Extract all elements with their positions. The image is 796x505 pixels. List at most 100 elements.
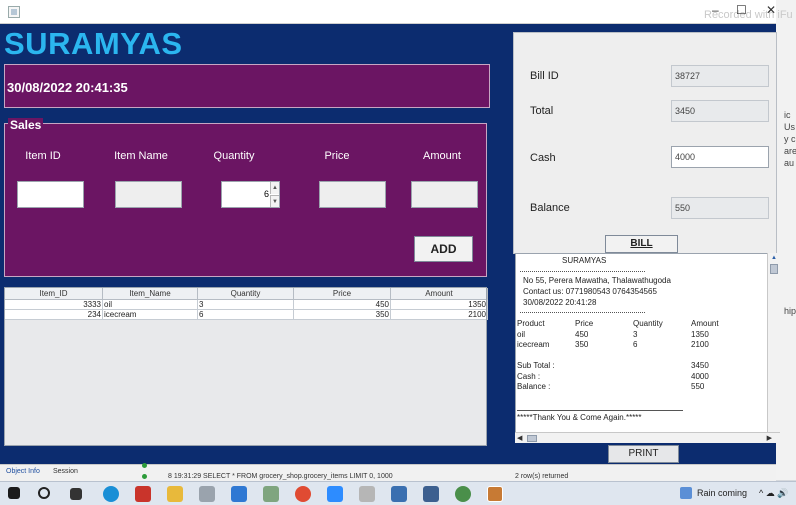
total-field: 3450 xyxy=(671,100,769,122)
cash-input[interactable]: 4000 xyxy=(671,146,769,168)
recorder-icon[interactable] xyxy=(135,486,151,502)
current-datetime: 30/08/2022 20:41:35 xyxy=(7,80,128,95)
bill-panel: Bill ID 38727 Total 3450 Cash 4000 Balan… xyxy=(513,32,777,254)
close-button[interactable]: ✕ xyxy=(766,3,776,17)
receipt-horizontal-scrollbar[interactable]: ◀ ▶ xyxy=(515,432,780,443)
total-label: Total xyxy=(530,105,554,117)
tab-session[interactable]: Session xyxy=(53,468,78,475)
windows-start-icon[interactable] xyxy=(8,487,20,499)
table-row[interactable]: 234 icecream 6 350 2100 xyxy=(5,310,488,320)
bill-button[interactable]: BILL xyxy=(605,235,678,253)
edge-icon[interactable] xyxy=(103,486,119,502)
receipt-header: Quantity xyxy=(633,319,663,328)
virtualbox-icon[interactable] xyxy=(391,486,407,502)
receipt-item: 450 xyxy=(575,330,589,339)
item-id-field[interactable] xyxy=(17,181,84,208)
table-header: Item_ID Item_Name Quantity Price Amount xyxy=(5,288,488,300)
side-text: Us xyxy=(784,122,795,132)
chevron-up-icon[interactable]: ▲ xyxy=(270,182,279,194)
system-tray-icons[interactable]: ^ ☁ 🔊 xyxy=(759,488,788,499)
receipt-item: oil xyxy=(517,330,526,339)
table-cell: 450 xyxy=(294,300,391,310)
scroll-left-icon[interactable]: ◀ xyxy=(517,434,522,442)
scroll-up-icon[interactable]: ▲ xyxy=(768,253,780,263)
mysql-workbench-icon[interactable] xyxy=(423,486,439,502)
table-cell: oil xyxy=(103,300,198,310)
receipt-item: icecream xyxy=(517,340,550,349)
app-icon[interactable] xyxy=(199,486,215,502)
app-icon[interactable] xyxy=(263,486,279,502)
weather-icon[interactable] xyxy=(680,487,692,499)
chrome-icon[interactable] xyxy=(295,486,311,502)
receipt-vertical-scrollbar[interactable]: ▲ xyxy=(767,253,780,433)
item-name-label: Item Name xyxy=(114,150,168,162)
scrollbar-thumb[interactable] xyxy=(527,435,537,442)
column-header[interactable]: Amount xyxy=(391,288,488,300)
balance-field: 550 xyxy=(671,197,769,219)
maximize-button[interactable]: ☐ xyxy=(736,3,747,17)
weather-notification[interactable]: Rain coming xyxy=(697,488,747,498)
add-button[interactable]: ADD xyxy=(414,236,473,262)
receipt-subtotal: 3450 xyxy=(691,361,709,370)
item-name-field[interactable] xyxy=(115,181,182,208)
vscode-icon[interactable] xyxy=(231,486,247,502)
java-app-icon xyxy=(8,6,20,18)
task-view-icon[interactable] xyxy=(70,488,82,500)
taskbar: Rain coming ^ ☁ 🔊 xyxy=(0,481,796,505)
table-cell: 2100 xyxy=(391,310,488,320)
scroll-right-icon[interactable]: ▶ xyxy=(767,434,772,442)
app-icon[interactable] xyxy=(359,486,375,502)
receipt-cash-label: Cash : xyxy=(517,372,541,381)
amount-field[interactable] xyxy=(411,181,478,208)
java-app-taskbar-icon[interactable] xyxy=(487,486,503,502)
price-field[interactable] xyxy=(319,181,386,208)
table-cell: 1350 xyxy=(391,300,488,310)
table-cell: 6 xyxy=(198,310,294,320)
column-header[interactable]: Item_Name xyxy=(103,288,198,300)
cash-label: Cash xyxy=(530,152,556,164)
scrollbar-thumb[interactable] xyxy=(770,264,778,274)
query-log-line: 8 19:31:29 SELECT * FROM grocery_shop.gr… xyxy=(168,473,393,480)
sales-legend: Sales xyxy=(8,118,44,132)
sales-table[interactable]: Item_ID Item_Name Quantity Price Amount … xyxy=(4,287,488,446)
quantity-label: Quantity xyxy=(213,150,255,162)
tab-object-info[interactable]: Object Info xyxy=(6,468,40,475)
receipt-header: Price xyxy=(575,319,594,328)
item-id-label: Item ID xyxy=(25,150,61,162)
chrome-profile-icon[interactable] xyxy=(455,486,471,502)
receipt-item: 1350 xyxy=(691,330,709,339)
receipt-text-area[interactable]: SURAMYAS No 55, Perera Mawatha, Thalawat… xyxy=(515,253,780,443)
table-row[interactable]: 3333 oil 3 450 1350 xyxy=(5,300,488,310)
side-text: are xyxy=(784,146,796,156)
zoom-icon[interactable] xyxy=(327,486,343,502)
receipt-shop-name: SURAMYAS xyxy=(562,256,607,265)
search-icon[interactable] xyxy=(38,487,50,499)
receipt-item: 350 xyxy=(575,340,589,349)
table-cell: 3333 xyxy=(5,300,103,310)
side-text: y c xyxy=(784,134,796,144)
receipt-divider xyxy=(520,271,645,272)
print-button[interactable]: PRINT xyxy=(608,445,679,463)
bill-id-field: 38727 xyxy=(671,65,769,87)
side-text: hip xyxy=(784,306,796,316)
receipt-thanks: *****Thank You & Come Again.***** xyxy=(517,413,642,422)
column-header[interactable]: Quantity xyxy=(198,288,294,300)
receipt-address: No 55, Perera Mawatha, Thalawathugoda xyxy=(523,276,671,285)
receipt-balance: 550 xyxy=(691,382,705,391)
column-header[interactable]: Price xyxy=(294,288,391,300)
minimize-button[interactable]: – xyxy=(712,3,719,17)
quantity-stepper[interactable]: 6 ▲ ▼ xyxy=(221,181,280,208)
receipt-item: 3 xyxy=(633,330,638,339)
chevron-down-icon[interactable]: ▼ xyxy=(270,195,279,207)
column-header[interactable]: Item_ID xyxy=(5,288,103,300)
file-explorer-icon[interactable] xyxy=(167,486,183,502)
bill-id-label: Bill ID xyxy=(530,70,559,82)
receipt-subtotal-label: Sub Total : xyxy=(517,361,555,370)
balance-label: Balance xyxy=(530,202,570,214)
table-cell: icecream xyxy=(103,310,198,320)
success-icon xyxy=(142,474,147,479)
table-cell: 350 xyxy=(294,310,391,320)
quantity-value: 6 xyxy=(263,189,269,199)
receipt-contact: Contact us: 0771980543 0764354565 xyxy=(523,287,657,296)
receipt-divider xyxy=(520,312,645,313)
